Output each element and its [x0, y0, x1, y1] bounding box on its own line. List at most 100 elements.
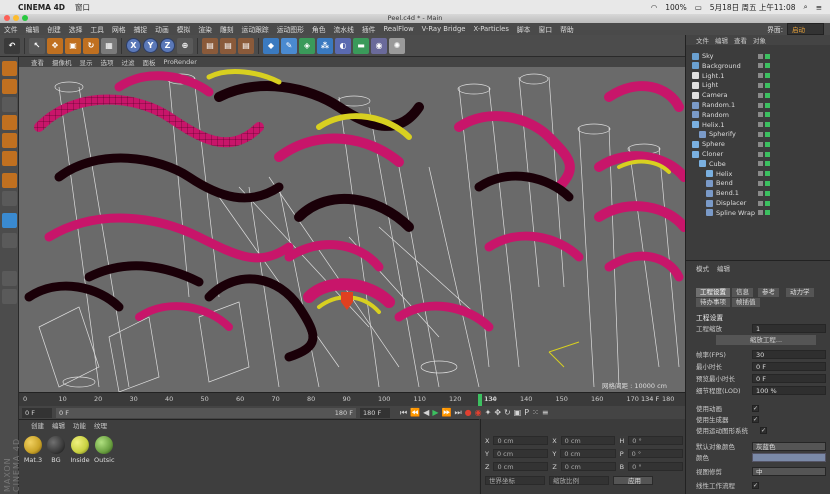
menu-item[interactable]: 创建 — [47, 24, 61, 34]
3d-viewport[interactable]: 网格间距 : 10000 cm — [19, 67, 685, 392]
cloner-icon[interactable]: ⁂ — [317, 37, 333, 54]
battery-label[interactable]: 100% — [665, 3, 686, 12]
menu-extras-icon[interactable]: ≡ — [816, 3, 822, 12]
material-swatch[interactable]: Mat.3 — [23, 436, 43, 464]
layout-select[interactable]: 启动 — [787, 23, 824, 35]
object-visibility-tags[interactable] — [758, 53, 770, 59]
rotate-key-icon[interactable]: ↻ — [504, 408, 511, 417]
object-visibility-tags[interactable] — [758, 122, 770, 128]
render-settings-icon[interactable]: ▤ — [238, 37, 254, 54]
position-x-field[interactable]: 0 cm — [493, 436, 549, 445]
menu-item[interactable]: 角色 — [312, 24, 326, 34]
autokey-icon[interactable]: ◉ — [475, 408, 482, 417]
timeline-menu-icon[interactable]: ≡ — [542, 408, 549, 417]
viewport-menu-item[interactable]: 面板 — [143, 57, 156, 67]
object-row[interactable]: Random.1 — [686, 100, 830, 110]
menu-item[interactable]: 渲染 — [198, 24, 212, 34]
rotation-h-field[interactable]: 0 ° — [628, 436, 683, 445]
use-mograph-checkbox[interactable]: ✓ — [760, 426, 767, 434]
live-select-icon[interactable]: ↖ — [29, 37, 45, 54]
close-window-button[interactable] — [4, 15, 10, 21]
workplane-icon[interactable] — [2, 233, 17, 248]
material-menu-item[interactable]: 编辑 — [52, 420, 65, 430]
end-frame-field[interactable]: 180 F — [360, 407, 390, 418]
object-row[interactable]: Background — [686, 61, 830, 71]
menu-item[interactable]: 模拟 — [177, 24, 191, 34]
play-icon[interactable]: ▶ — [432, 408, 438, 417]
x-axis-lock-button[interactable]: X — [126, 38, 141, 53]
object-row[interactable]: Random — [686, 110, 830, 120]
viewport-menu-item[interactable]: 过滤 — [122, 57, 135, 67]
menu-item[interactable]: 运动图形 — [277, 24, 304, 34]
object-row[interactable]: Cloner — [686, 149, 830, 159]
object-visibility-tags[interactable] — [758, 151, 770, 157]
tab-info[interactable]: 信息 — [732, 288, 753, 297]
menu-item[interactable]: 选择 — [69, 24, 83, 34]
menu-item[interactable]: 流水线 — [334, 24, 354, 34]
range-slider[interactable]: 0 F 180 F — [56, 407, 356, 418]
material-menu-item[interactable]: 纹理 — [94, 420, 107, 430]
object-visibility-tags[interactable] — [758, 112, 770, 118]
viewport-menu-item[interactable]: 选项 — [101, 57, 114, 67]
edges-mode-icon[interactable] — [2, 133, 17, 148]
object-row[interactable]: Bend — [686, 178, 830, 188]
tab-todo[interactable]: 待办事项 — [696, 298, 730, 307]
object-visibility-tags[interactable] — [758, 210, 770, 216]
object-row[interactable]: Spline Wrap — [686, 208, 830, 218]
object-visibility-tags[interactable] — [758, 171, 770, 177]
size-z-field[interactable]: 0 cm — [560, 462, 616, 471]
scale-mode-select[interactable]: 缩放比例 — [549, 476, 609, 485]
menu-item[interactable]: 捕捉 — [134, 24, 148, 34]
zoom-window-button[interactable] — [22, 15, 28, 21]
point-level-icon[interactable]: ⁙ — [532, 408, 539, 417]
linear-workflow-checkbox[interactable]: ✓ — [752, 481, 759, 489]
material-swatch[interactable]: Outsic — [94, 436, 115, 464]
view-clip-select[interactable]: 中 — [752, 466, 826, 476]
go-to-start-icon[interactable]: ⏮ — [400, 408, 407, 418]
attribute-menu-item[interactable]: 模式 — [696, 263, 709, 273]
object-row[interactable]: Light — [686, 80, 830, 90]
viewport-menu-item[interactable]: 摄像机 — [52, 57, 72, 67]
tweak-mode-icon[interactable] — [2, 191, 17, 206]
size-x-field[interactable]: 0 cm — [560, 436, 616, 445]
render-view-icon[interactable]: ▤ — [202, 37, 218, 54]
object-row[interactable]: Helix.1 — [686, 120, 830, 130]
scale-project-button[interactable]: 缩放工程... — [716, 335, 816, 345]
lod-field[interactable]: 100 % — [752, 385, 826, 395]
fps-field[interactable]: 30 — [752, 349, 826, 359]
menu-item[interactable]: 运动跟踪 — [242, 24, 269, 34]
object-visibility-tags[interactable] — [758, 161, 770, 167]
object-visibility-tags[interactable] — [758, 82, 770, 88]
texture-mode-icon[interactable] — [2, 97, 17, 112]
timeline-ruler[interactable]: 0 10 20 30 40 50 60 70 80 90 100 110 120 130 140 150 160… — [19, 392, 685, 406]
use-generators-checkbox[interactable]: ✓ — [752, 415, 759, 423]
preview-min-time-field[interactable]: 0 F — [752, 373, 826, 383]
polygons-mode-icon[interactable] — [2, 151, 17, 166]
light-icon[interactable]: ✺ — [389, 37, 405, 54]
color-swatch[interactable] — [752, 452, 826, 462]
tab-dynamics[interactable]: 动力学 — [786, 288, 814, 297]
make-editable-icon[interactable] — [2, 61, 17, 76]
move-icon[interactable]: ✥ — [47, 37, 63, 54]
z-axis-lock-button[interactable]: Z — [160, 38, 175, 53]
floor-icon[interactable]: ▬ — [353, 37, 369, 54]
axis-mode-icon[interactable] — [2, 173, 17, 188]
coord-mode-select[interactable]: 世界坐标 — [485, 476, 545, 485]
object-visibility-tags[interactable] — [758, 102, 770, 108]
object-row[interactable]: Light.1 — [686, 71, 830, 81]
wifi-icon[interactable]: ◠ — [651, 3, 658, 12]
prev-key-icon[interactable]: ⏪ — [410, 408, 420, 417]
tab-reference[interactable]: 参考 — [758, 288, 779, 297]
position-y-field[interactable]: 0 cm — [492, 449, 549, 458]
model-mode-icon[interactable] — [2, 79, 17, 94]
object-visibility-tags[interactable] — [758, 63, 770, 69]
recent-tool-icon[interactable]: ▦ — [101, 37, 117, 54]
project-scale-field[interactable]: 1 — [752, 323, 826, 333]
pen-icon[interactable]: ✎ — [281, 37, 297, 54]
object-menu-item[interactable]: 编辑 — [715, 35, 728, 45]
object-row[interactable]: Sphere — [686, 139, 830, 149]
position-z-field[interactable]: 0 cm — [493, 462, 549, 471]
object-row[interactable]: Bend.1 — [686, 188, 830, 198]
coordinate-system-icon[interactable]: ⊕ — [177, 37, 193, 54]
object-row[interactable]: Displacer — [686, 198, 830, 208]
